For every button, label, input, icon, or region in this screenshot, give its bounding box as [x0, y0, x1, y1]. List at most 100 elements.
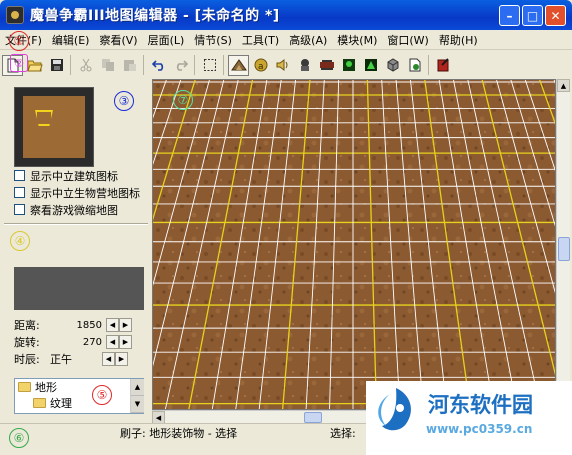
scroll-down-icon[interactable]: ▼	[131, 396, 144, 413]
object-editor-icon[interactable]	[360, 55, 381, 76]
status-selection: 选择:	[330, 426, 356, 440]
toolbar-separator	[68, 54, 74, 76]
increase-arrow-icon[interactable]: ▶	[119, 318, 132, 332]
doodad-palette-icon[interactable]: a	[250, 55, 271, 76]
checkbox-row[interactable]: 显示中立建筑图标	[14, 167, 148, 184]
watermark-url: www.pc0359.cn	[426, 422, 533, 436]
tree-item[interactable]: 纹理	[15, 395, 143, 411]
checkbox[interactable]	[14, 170, 25, 181]
increase-arrow-icon[interactable]: ▶	[115, 352, 128, 366]
menu-bar: 文件(F) 编辑(E) 察看(V) 层面(L) 情节(S) 工具(T) 高级(A…	[0, 30, 572, 50]
minimize-button[interactable]: –	[499, 5, 520, 26]
minimap-terrain	[23, 96, 85, 158]
watermark-title: 河东软件园	[428, 392, 533, 417]
ai-editor-icon[interactable]	[404, 55, 425, 76]
scroll-up-icon[interactable]: ▲	[131, 379, 144, 396]
item-editor-icon[interactable]	[316, 55, 337, 76]
tree-scrollbar[interactable]: ▲ ▼	[130, 379, 144, 413]
menu-edit[interactable]: 编辑(E)	[47, 32, 95, 48]
toolbar-separator	[426, 54, 432, 76]
folder-icon	[18, 382, 31, 392]
status-brush: 刷子: 地形装饰物 - 选择	[120, 426, 238, 440]
maximize-button[interactable]: □	[522, 5, 543, 26]
vertical-scroll-thumb[interactable]	[558, 237, 570, 261]
menu-window[interactable]: 窗口(W)	[382, 32, 433, 48]
redo-icon[interactable]	[170, 55, 191, 76]
annotation-5: ⑤	[92, 385, 112, 405]
svg-text:a: a	[258, 62, 264, 72]
annotation-2: ②	[10, 54, 28, 72]
window-title: 魔兽争霸III地图编辑器 - [未命名的 *]	[30, 8, 280, 24]
toolbar-separator	[221, 54, 227, 76]
select-region-icon[interactable]	[199, 55, 220, 76]
distance-row: 距离: 1850 ◀ ▶	[14, 317, 148, 333]
checkbox-row[interactable]: 显示中立生物营地图标	[14, 184, 148, 201]
horizontal-scroll-thumb[interactable]	[304, 412, 322, 423]
rotation-row: 旋转: 270 ◀ ▶	[14, 334, 148, 350]
annotation-6: ⑥	[9, 428, 29, 448]
test-map-icon[interactable]	[433, 55, 454, 76]
menu-advanced[interactable]: 高级(A)	[284, 32, 332, 48]
menu-module[interactable]: 模块(M)	[332, 32, 382, 48]
menu-help[interactable]: 帮助(H)	[434, 32, 483, 48]
paste-icon[interactable]	[119, 55, 140, 76]
annotation-3: ③	[114, 91, 134, 111]
menu-layer[interactable]: 层面(L)	[143, 32, 190, 48]
toolbar-separator	[141, 54, 147, 76]
app-icon	[6, 6, 24, 24]
palette-preview	[14, 267, 144, 310]
sound-editor-icon[interactable]	[272, 55, 293, 76]
undo-icon[interactable]	[148, 55, 169, 76]
distance-value: 1850	[76, 319, 102, 331]
annotation-7: ⑦	[173, 90, 193, 110]
menu-scenario[interactable]: 情节(S)	[189, 32, 237, 48]
title-bar: 魔兽争霸III地图编辑器 - [未命名的 *] – □ ✕	[0, 0, 572, 30]
left-panel: ③ 显示中立建筑图标 显示中立生物营地图标 察看游戏微缩地图 ④ 距离: 185…	[0, 80, 150, 425]
tree-item-label: 纹理	[50, 397, 72, 410]
checkbox-label: 显示中立生物营地图标	[30, 186, 140, 200]
panel-divider	[4, 223, 148, 225]
menu-view[interactable]: 察看(V)	[94, 32, 142, 48]
toolbar: a	[2, 51, 570, 79]
palette-tree[interactable]: 地形 纹理 ▲ ▼	[14, 378, 144, 414]
trigger-editor-icon[interactable]	[338, 55, 359, 76]
annotation-1: ①	[9, 31, 29, 51]
terrain-grid	[153, 80, 555, 409]
minimap[interactable]	[14, 87, 94, 167]
checkbox[interactable]	[14, 204, 25, 215]
tree-item[interactable]: 地形	[15, 379, 143, 395]
rotation-label: 旋转:	[14, 336, 40, 349]
decrease-arrow-icon[interactable]: ◀	[106, 335, 119, 349]
scroll-up-icon[interactable]: ▲	[557, 79, 570, 92]
checkbox-label: 察看游戏微缩地图	[30, 203, 118, 217]
tree-item-label: 地形	[35, 381, 57, 394]
toolbar-separator	[192, 54, 198, 76]
import-manager-icon[interactable]	[382, 55, 403, 76]
checkbox-row[interactable]: 察看游戏微缩地图	[14, 201, 148, 218]
rotation-value: 270	[82, 336, 102, 348]
vertical-scrollbar[interactable]: ▲ ▼	[556, 79, 570, 410]
time-row: 时辰: 正午 ◀ ▶	[14, 351, 148, 367]
annotation-4: ④	[10, 231, 30, 251]
copy-icon[interactable]	[97, 55, 118, 76]
decrease-arrow-icon[interactable]: ◀	[106, 318, 119, 332]
menu-tools[interactable]: 工具(T)	[237, 32, 284, 48]
increase-arrow-icon[interactable]: ▶	[119, 335, 132, 349]
map-viewport[interactable]: ⑦	[152, 79, 556, 410]
time-value: 正午	[50, 353, 72, 366]
time-label: 时辰:	[14, 353, 40, 366]
terrain-palette-icon[interactable]	[228, 54, 249, 76]
watermark: 河东软件园 www.pc0359.cn	[366, 381, 572, 455]
checkbox[interactable]	[14, 187, 25, 198]
close-button[interactable]: ✕	[545, 5, 566, 26]
unit-editor-icon[interactable]	[294, 55, 315, 76]
cut-icon[interactable]	[75, 55, 96, 76]
minimap-options: 显示中立建筑图标 显示中立生物营地图标 察看游戏微缩地图	[14, 167, 148, 218]
decrease-arrow-icon[interactable]: ◀	[102, 352, 115, 366]
watermark-logo-icon	[378, 388, 411, 431]
save-disk-icon[interactable]	[46, 55, 67, 76]
terrain-surface	[153, 80, 555, 409]
checkbox-label: 显示中立建筑图标	[30, 169, 118, 183]
distance-label: 距离:	[14, 319, 40, 332]
window-controls: – □ ✕	[499, 5, 566, 26]
